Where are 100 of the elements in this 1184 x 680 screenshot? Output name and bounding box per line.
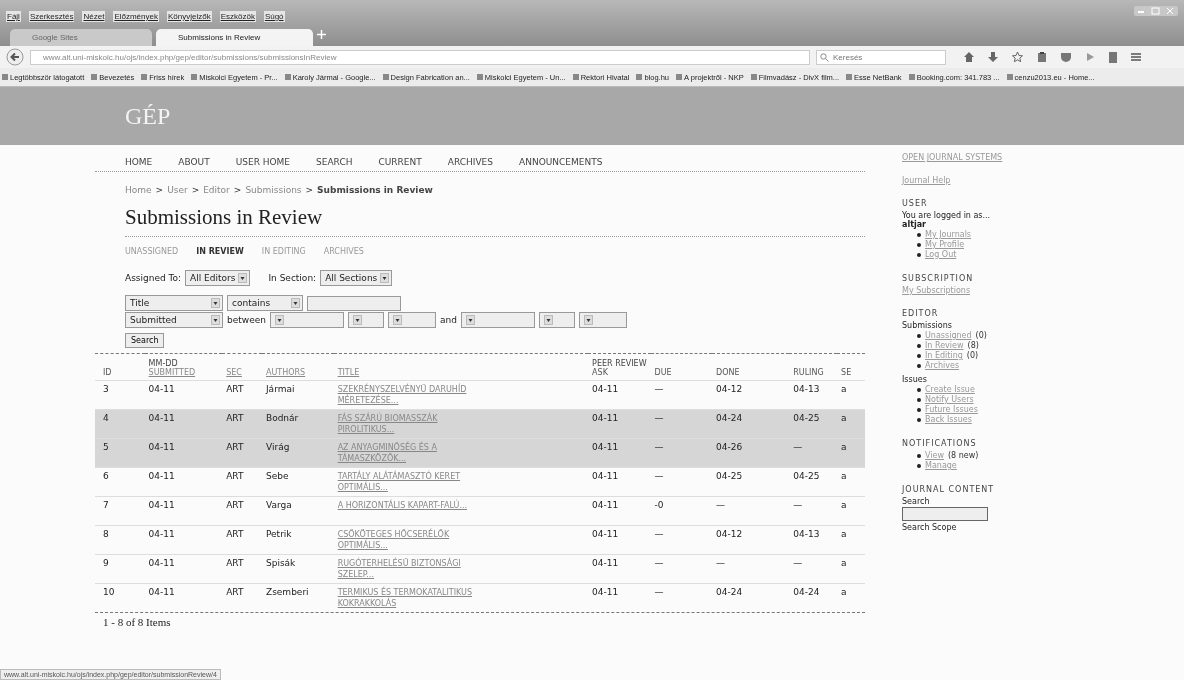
- year-dropdown[interactable]: [578, 312, 627, 328]
- menu-icon[interactable]: [1131, 52, 1141, 62]
- menu-item[interactable]: Szerkesztés: [28, 11, 75, 22]
- nav-link[interactable]: ABOUT: [178, 157, 210, 167]
- menu-item[interactable]: Eszközök: [219, 11, 256, 22]
- table-cell: 04-11: [592, 413, 619, 423]
- menu-item[interactable]: Súgó: [263, 11, 285, 22]
- article-title-link[interactable]: SZEKRÉNYSZELVÉNYŰ DARUHÍD MÉRETEZÉSE...: [337, 384, 488, 406]
- nav-link[interactable]: ANNOUNCEMENTS: [519, 157, 603, 167]
- search-text-field[interactable]: [307, 295, 401, 311]
- sidebar-label: Search Scope: [902, 523, 958, 532]
- table-cell: 04-24: [715, 413, 743, 423]
- table-cell: —: [793, 558, 803, 568]
- table-cell: 04-25: [793, 471, 820, 481]
- table-cell: 04-24: [715, 587, 743, 597]
- nav-link[interactable]: CURRENT: [378, 157, 422, 167]
- table-cell: 10: [103, 587, 115, 597]
- menu-item[interactable]: Fájl: [6, 11, 21, 22]
- nav-link[interactable]: USER HOME: [235, 157, 291, 167]
- table-cell: 04-11: [592, 587, 619, 597]
- table-cell: ART: [226, 471, 244, 481]
- section-dropdown[interactable]: All Sections: [320, 270, 393, 286]
- table-cell: —: [654, 587, 664, 597]
- browser-tab[interactable]: Google Sites: [10, 29, 152, 46]
- nav-link[interactable]: HOME: [125, 157, 153, 167]
- menu-item[interactable]: Könyvjelzők: [166, 11, 212, 22]
- operator-dropdown[interactable]: contains: [227, 295, 303, 311]
- between-label: between: [227, 315, 266, 325]
- editor-dropdown[interactable]: All Editors: [185, 270, 251, 286]
- month-dropdown[interactable]: [460, 312, 535, 328]
- table-cell: 04-11: [148, 442, 175, 452]
- block-heading: USER: [902, 199, 929, 208]
- table-cell: a: [841, 442, 847, 452]
- sort-link[interactable]: SEC: [226, 368, 258, 377]
- arrow-icon[interactable]: [1085, 52, 1095, 62]
- star-icon[interactable]: [1012, 52, 1023, 62]
- address-field[interactable]: www.alt.uni-miskolc.hu/ojs/index.php/gep/editor/submissions/submissionsInReview: [30, 49, 810, 65]
- table-cell: —: [793, 500, 803, 510]
- block-heading: NOTIFICATIONS: [902, 439, 978, 448]
- date-field-dropdown[interactable]: Submitted: [125, 312, 223, 328]
- article-title-link[interactable]: CSŐKÖTEGES HŐCSERÉLŐK OPTIMÁLIS...: [337, 529, 488, 551]
- breadcrumb-link[interactable]: Editor: [203, 185, 230, 195]
- table-cell: 04-11: [148, 500, 175, 510]
- table-cell: 04-11: [148, 558, 175, 568]
- breadcrumb-separator: >: [233, 185, 242, 195]
- table-cell: Bodnár: [265, 413, 299, 423]
- search-button[interactable]: Search: [125, 333, 165, 348]
- table-cell: 8: [103, 529, 109, 539]
- window-controls-icon[interactable]: [1134, 6, 1178, 16]
- table-cell: 04-11: [592, 558, 619, 568]
- year-dropdown[interactable]: [387, 312, 436, 328]
- month-dropdown[interactable]: [269, 312, 344, 328]
- sort-link[interactable]: SUBMITTED: [148, 368, 219, 377]
- table-cell: 04-25: [793, 413, 820, 423]
- bar-icon[interactable]: [1109, 51, 1117, 63]
- breadcrumb-link[interactable]: Submissions: [245, 185, 302, 195]
- menu-item[interactable]: Előzmények: [113, 11, 159, 22]
- bullet-icon: [917, 334, 921, 338]
- page-heading: Submissions in Review: [125, 205, 865, 237]
- download-icon[interactable]: [988, 52, 998, 62]
- back-icon[interactable]: [6, 48, 24, 66]
- breadcrumb-link[interactable]: User: [167, 185, 188, 195]
- table-cell: 04-11: [592, 442, 619, 452]
- day-dropdown[interactable]: [347, 312, 384, 328]
- sort-link[interactable]: AUTHORS: [265, 368, 330, 377]
- breadcrumb-link[interactable]: Home: [125, 185, 152, 195]
- nav-link[interactable]: ARCHIVES: [447, 157, 493, 167]
- bullet-icon: [917, 243, 921, 247]
- item-count: (0): [966, 351, 979, 361]
- browser-tab[interactable]: Submissions in Review: [156, 29, 313, 46]
- bullet-icon: [917, 253, 921, 257]
- table-cell: 04-11: [592, 500, 619, 510]
- article-title-link[interactable]: TERMIKUS ÉS TERMOKATALITIKUS KOKRAKKOLÁS: [337, 587, 488, 609]
- article-title-link[interactable]: A HORIZONTÁLIS KAPART-FALÚ...: [337, 500, 488, 511]
- bullet-icon: [917, 398, 921, 402]
- menu-item[interactable]: Nézet: [82, 11, 106, 22]
- clipboard-icon[interactable]: [1037, 52, 1047, 62]
- new-tab-icon[interactable]: [317, 29, 326, 39]
- section-tab[interactable]: IN REVIEW: [196, 247, 244, 256]
- login-text: You are logged in as...: [902, 211, 992, 220]
- home-icon[interactable]: [964, 52, 974, 62]
- table-cell: 04-11: [148, 529, 175, 539]
- column-heading: SE: [841, 368, 853, 377]
- journal-title: GÉP: [125, 102, 171, 130]
- sidebar-label: Submissions: [902, 321, 953, 330]
- day-dropdown[interactable]: [538, 312, 575, 328]
- table-cell: ART: [226, 413, 244, 423]
- sort-link[interactable]: TITLE: [337, 368, 585, 377]
- nav-link[interactable]: SEARCH: [316, 157, 353, 167]
- table-cell: Zsemberi: [265, 587, 309, 597]
- block-heading: EDITOR: [902, 309, 940, 318]
- search-field[interactable]: [902, 507, 988, 521]
- table-cell: Virág: [265, 442, 290, 452]
- shield-icon[interactable]: [1061, 52, 1071, 62]
- breadcrumb-link[interactable]: Submissions in Review: [317, 185, 433, 195]
- table-cell: a: [841, 413, 847, 423]
- table-cell: 4: [103, 413, 109, 423]
- field-dropdown[interactable]: Title: [125, 295, 223, 311]
- article-title-link[interactable]: RUGÓTERHELÉSŰ BIZTONSÁGI SZELEP...: [337, 558, 488, 580]
- article-title-link[interactable]: TARTÁLY ALÁTÁMASZTÓ KERET OPTIMÁLIS...: [337, 471, 488, 493]
